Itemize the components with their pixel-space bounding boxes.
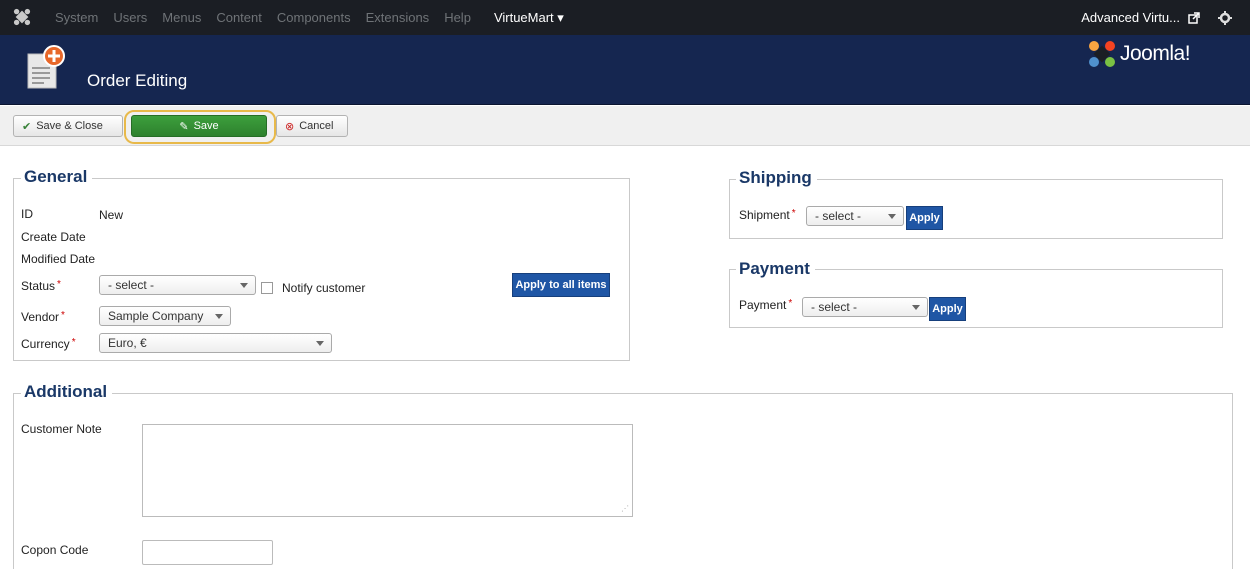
cancel-label: Cancel xyxy=(299,120,334,132)
payment-apply-button[interactable]: Apply xyxy=(929,297,966,321)
vendor-label: Vendor * xyxy=(21,310,65,324)
menu-components[interactable]: Components xyxy=(277,10,351,25)
required-mark: * xyxy=(61,310,65,321)
status-label-text: Status xyxy=(21,279,56,293)
status-select[interactable]: - select - xyxy=(99,275,256,295)
brand-name: Joomla! xyxy=(1120,42,1191,65)
cancel-icon: ⊗ xyxy=(285,120,295,133)
joomla-logo-icon[interactable] xyxy=(13,8,31,26)
site-link[interactable]: Advanced Virtu... xyxy=(1081,10,1180,25)
create-date-label: Create Date xyxy=(21,230,86,244)
menu-virtuemart[interactable]: VirtueMart ▾ xyxy=(494,10,564,26)
modified-date-label: Modified Date xyxy=(21,252,96,266)
vendor-label-text: Vendor xyxy=(21,310,60,324)
save-close-label: Save & Close xyxy=(36,120,103,132)
coupon-code-input[interactable] xyxy=(142,540,273,565)
currency-select[interactable]: Euro, € xyxy=(99,333,332,353)
shipment-select[interactable]: - select - xyxy=(806,206,904,226)
general-legend: General xyxy=(21,166,93,188)
payment-select[interactable]: - select - xyxy=(802,297,928,317)
currency-label-text: Currency xyxy=(21,337,70,351)
status-label: Status * xyxy=(21,279,61,293)
joomla-brand: Joomla! xyxy=(1088,38,1228,70)
menu-help[interactable]: Help xyxy=(444,10,471,25)
chevron-down-icon xyxy=(215,314,223,319)
notify-customer-checkbox[interactable] xyxy=(261,282,273,294)
additional-legend: Additional xyxy=(21,381,113,403)
shipment-select-value: - select - xyxy=(815,209,862,223)
required-mark: * xyxy=(57,279,61,290)
menu-system[interactable]: System xyxy=(55,10,98,25)
site-link-area: Advanced Virtu... xyxy=(1081,0,1232,35)
notify-customer-label: Notify customer xyxy=(282,281,366,295)
payment-legend: Payment xyxy=(736,258,815,280)
payment-label-text: Payment xyxy=(739,298,787,312)
main-menu: System Users Menus Content Components Ex… xyxy=(55,0,579,35)
menu-content[interactable]: Content xyxy=(216,10,262,25)
menu-extensions[interactable]: Extensions xyxy=(366,10,430,25)
shipment-apply-button[interactable]: Apply xyxy=(906,206,943,230)
chevron-down-icon xyxy=(240,283,248,288)
required-mark: * xyxy=(71,337,76,348)
vendor-select[interactable]: Sample Company xyxy=(99,306,231,326)
currency-select-value: Euro, € xyxy=(108,336,147,350)
menu-menus[interactable]: Menus xyxy=(162,10,201,25)
required-mark: * xyxy=(788,298,793,309)
id-label: ID xyxy=(21,207,33,221)
status-select-value: - select - xyxy=(108,278,155,292)
coupon-code-label: Copon Code xyxy=(21,543,89,557)
top-navbar: System Users Menus Content Components Ex… xyxy=(0,0,1250,35)
cancel-button[interactable]: ⊗ Cancel xyxy=(276,115,348,137)
page-title: Order Editing xyxy=(87,71,188,90)
save-close-button[interactable]: ✔ Save & Close xyxy=(13,115,123,137)
shipment-label-text: Shipment xyxy=(739,208,790,222)
id-value: New xyxy=(99,208,124,222)
external-link-icon[interactable] xyxy=(1188,11,1200,24)
customer-note-label: Customer Note xyxy=(21,422,102,436)
payment-select-value: - select - xyxy=(811,300,858,314)
checkmark-icon: ✔ xyxy=(22,120,32,133)
shipping-legend: Shipping xyxy=(736,167,817,189)
required-mark: * xyxy=(791,208,796,219)
save-highlight-ring xyxy=(124,110,276,144)
menu-users[interactable]: Users xyxy=(113,10,147,25)
chevron-down-icon xyxy=(912,305,920,310)
customer-note-textarea[interactable]: ⋰ xyxy=(142,424,633,517)
title-bar: Order Editing Joomla! xyxy=(0,35,1250,105)
payment-label: Payment * xyxy=(739,298,792,312)
resize-grip-icon[interactable]: ⋰ xyxy=(621,504,629,513)
order-add-icon xyxy=(27,45,65,89)
currency-label: Currency * xyxy=(21,337,76,351)
gear-icon[interactable] xyxy=(1218,10,1232,25)
chevron-down-icon xyxy=(316,341,324,346)
shipment-label: Shipment * xyxy=(739,208,796,222)
chevron-down-icon xyxy=(888,214,896,219)
vendor-select-value: Sample Company xyxy=(108,309,204,323)
apply-to-all-button[interactable]: Apply to all items xyxy=(512,273,610,297)
joomla-brand-icon xyxy=(1089,41,1115,67)
